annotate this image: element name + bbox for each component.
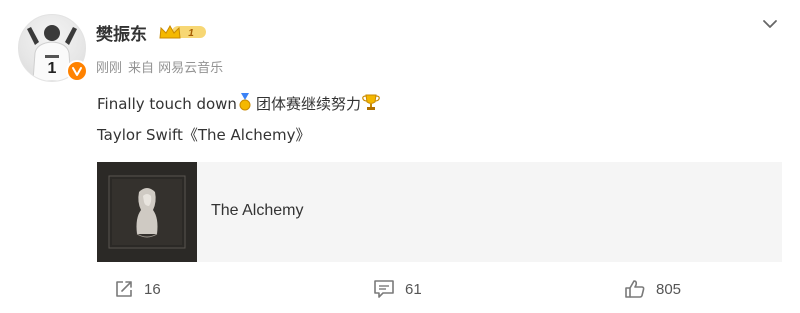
vip-crown-icon[interactable]: 1	[158, 23, 208, 41]
share-count: 16	[144, 280, 161, 298]
vip-level: 1	[188, 28, 194, 39]
album-cover	[97, 162, 197, 262]
comment-button[interactable]: 61	[373, 277, 422, 301]
comment-count: 61	[405, 280, 422, 298]
music-card[interactable]: The Alchemy	[97, 162, 782, 262]
share-icon	[116, 281, 132, 297]
chevron-down-icon	[763, 20, 777, 28]
verified-icon	[66, 60, 88, 82]
avatar-container[interactable]: 1	[18, 14, 88, 82]
author-name[interactable]: 樊振东	[96, 20, 147, 45]
svg-text:1: 1	[48, 60, 57, 77]
weibo-post: 1 樊振东 1 刚刚 来自 网易云音乐 Finally touch down 团体…	[0, 0, 800, 313]
post-time[interactable]: 刚刚	[96, 61, 122, 76]
trophy-emoji-icon	[362, 94, 380, 110]
like-count: 805	[656, 280, 682, 298]
more-menu-button[interactable]	[758, 12, 782, 36]
post-text-line-1: Finally touch down 团体赛继续努力	[97, 93, 381, 114]
like-button[interactable]: 805	[624, 277, 681, 301]
post-text-part-1: Finally touch down	[97, 95, 237, 113]
comment-icon	[374, 280, 394, 298]
post-meta: 刚刚 来自 网易云音乐	[96, 57, 229, 76]
music-title: The Alchemy	[211, 202, 304, 219]
share-button[interactable]: 16	[114, 277, 161, 301]
like-icon	[625, 280, 645, 298]
post-text-line-2: Taylor Swift《The Alchemy》	[97, 126, 311, 144]
post-text-part-2: 团体赛继续努力	[255, 95, 361, 113]
source-prefix: 来自	[128, 61, 155, 76]
medal-emoji-icon	[239, 93, 251, 111]
post-source[interactable]: 网易云音乐	[158, 61, 223, 76]
